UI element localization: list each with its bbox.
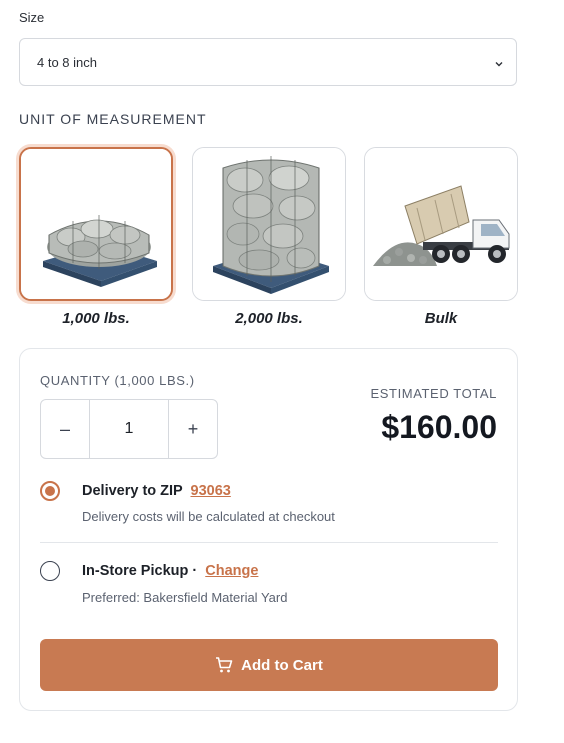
size-selected-value: 4 to 8 inch — [37, 54, 97, 70]
uom-caption-2000-lbs: 2,000 lbs. — [235, 310, 303, 327]
quantity-stepper: – 1 + — [40, 399, 218, 459]
delivery-radio[interactable] — [40, 481, 60, 501]
delivery-option-title: Delivery to ZIP 93063 — [82, 483, 231, 499]
quantity-label: QUANTITY (1,000 LBS.) — [40, 373, 195, 388]
unit-of-measurement-title: UNIT OF MEASUREMENT — [19, 111, 207, 127]
estimated-total-label: ESTIMATED TOTAL — [370, 386, 497, 401]
option-divider — [40, 542, 498, 543]
pickup-title-text: In-Store Pickup · — [82, 563, 198, 579]
order-panel: QUANTITY (1,000 LBS.) – 1 + ESTIMATED TO… — [19, 348, 518, 711]
uom-caption-1000-lbs: 1,000 lbs. — [62, 310, 130, 327]
small-stone-bag-image — [21, 149, 171, 299]
uom-option-bulk[interactable] — [364, 147, 518, 301]
chevron-down-icon — [494, 57, 504, 67]
add-to-cart-button[interactable]: Add to Cart — [40, 639, 498, 691]
delivery-title-text: Delivery to ZIP — [82, 483, 183, 499]
pickup-preferred-location: Preferred: Bakersfield Material Yard — [82, 590, 288, 605]
delivery-note: Delivery costs will be calculated at che… — [82, 509, 335, 524]
size-select[interactable]: 4 to 8 inch — [19, 38, 517, 86]
dump-truck-image — [365, 148, 517, 300]
estimated-total-value: $160.00 — [381, 409, 497, 445]
add-to-cart-label: Add to Cart — [241, 656, 323, 674]
uom-option-2000-lbs[interactable] — [192, 147, 346, 301]
uom-option-1000-lbs[interactable] — [19, 147, 173, 301]
cart-icon — [215, 656, 233, 674]
pickup-change-link[interactable]: Change — [205, 563, 258, 579]
quantity-increment-button[interactable]: + — [169, 400, 217, 458]
size-label: Size — [19, 10, 45, 25]
pickup-radio[interactable] — [40, 561, 60, 581]
quantity-decrement-button[interactable]: – — [41, 400, 89, 458]
pickup-option-title: In-Store Pickup · Change — [82, 563, 258, 579]
tall-stone-bag-image — [193, 148, 345, 300]
uom-caption-bulk: Bulk — [424, 310, 458, 327]
quantity-input[interactable]: 1 — [89, 400, 169, 458]
delivery-zip-link[interactable]: 93063 — [191, 483, 231, 499]
product-options-page: Size 4 to 8 inch UNIT OF MEASUREMENT 1,0… — [0, 0, 564, 743]
